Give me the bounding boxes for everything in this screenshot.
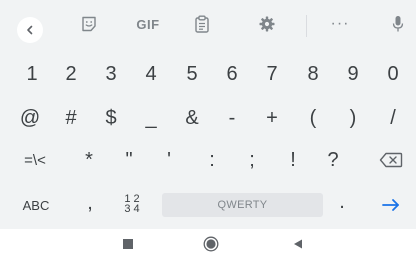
home-button[interactable]: [203, 236, 219, 252]
key-3[interactable]: 3: [101, 60, 121, 88]
key-8[interactable]: 8: [303, 60, 323, 88]
key-ampersand[interactable]: &: [182, 104, 202, 132]
key-asterisk[interactable]: *: [79, 146, 99, 174]
key-more-symbols[interactable]: =\<: [18, 146, 52, 174]
symbol-row-2: =\< * " ' : ; ! ?: [0, 146, 416, 174]
chevron-left-icon: [27, 25, 33, 35]
gear-icon: [259, 16, 275, 32]
key-slash[interactable]: /: [383, 104, 403, 132]
numpad-key-bottom: 3 4: [124, 203, 140, 215]
key-hash[interactable]: #: [61, 104, 81, 132]
clipboard-icon: [195, 15, 209, 33]
key-open-paren[interactable]: (: [303, 104, 323, 132]
key-dollar[interactable]: $: [101, 104, 121, 132]
key-semicolon[interactable]: ;: [242, 146, 262, 174]
toolbar-separator: [306, 15, 307, 37]
more-icon: ···: [330, 15, 350, 32]
settings-button[interactable]: [257, 14, 277, 34]
key-5[interactable]: 5: [182, 60, 202, 88]
square-icon: [123, 239, 133, 249]
key-4[interactable]: 4: [141, 60, 161, 88]
key-close-paren[interactable]: ): [343, 104, 363, 132]
key-7[interactable]: 7: [262, 60, 282, 88]
key-at[interactable]: @: [18, 104, 42, 132]
numpad-key[interactable]: 1 2 3 4: [118, 190, 146, 218]
symbol-row-1: @ # $ _ & - + ( ) /: [0, 104, 416, 132]
key-comma[interactable]: ,: [82, 189, 98, 217]
key-double-quote[interactable]: ": [119, 146, 139, 174]
abc-key[interactable]: ABC: [18, 191, 54, 219]
key-plus[interactable]: +: [262, 104, 282, 132]
keyboard-toolbar: GIF ···: [0, 0, 416, 48]
gif-button[interactable]: GIF: [132, 14, 164, 34]
number-row: 1 2 3 4 5 6 7 8 9 0: [0, 60, 416, 88]
enter-key[interactable]: [376, 191, 406, 219]
voice-input-button[interactable]: [390, 14, 406, 34]
back-button[interactable]: [290, 236, 306, 252]
keyboard: GIF ··· 1 2 3 4 5 6 7 8 9 0 @ # $ _ & - …: [0, 0, 416, 229]
more-button[interactable]: ···: [329, 14, 351, 34]
circle-icon: [203, 236, 219, 252]
sticker-emoji-icon: [82, 16, 96, 32]
key-underscore[interactable]: _: [141, 104, 161, 132]
triangle-back-icon: [294, 239, 302, 249]
key-2[interactable]: 2: [61, 60, 81, 88]
key-minus[interactable]: -: [222, 104, 242, 132]
key-6[interactable]: 6: [222, 60, 242, 88]
backspace-icon: [379, 152, 403, 168]
recents-button[interactable]: [120, 236, 136, 252]
emoji-sticker-button[interactable]: [79, 14, 99, 34]
backspace-key[interactable]: [376, 146, 406, 174]
key-period[interactable]: .: [334, 188, 350, 216]
mic-icon: [392, 16, 404, 32]
key-1[interactable]: 1: [22, 60, 42, 88]
key-colon[interactable]: :: [202, 146, 222, 174]
key-exclamation[interactable]: !: [283, 146, 303, 174]
navigation-bar: [0, 229, 416, 258]
arrow-right-icon: [382, 199, 399, 211]
key-9[interactable]: 9: [343, 60, 363, 88]
key-question[interactable]: ?: [323, 146, 343, 174]
space-key[interactable]: QWERTY: [162, 193, 323, 217]
key-single-quote[interactable]: ': [159, 146, 179, 174]
gif-label: GIF: [136, 16, 160, 32]
clipboard-button[interactable]: [192, 14, 212, 34]
key-0[interactable]: 0: [383, 60, 403, 88]
toolbar-back-button[interactable]: [17, 17, 43, 43]
